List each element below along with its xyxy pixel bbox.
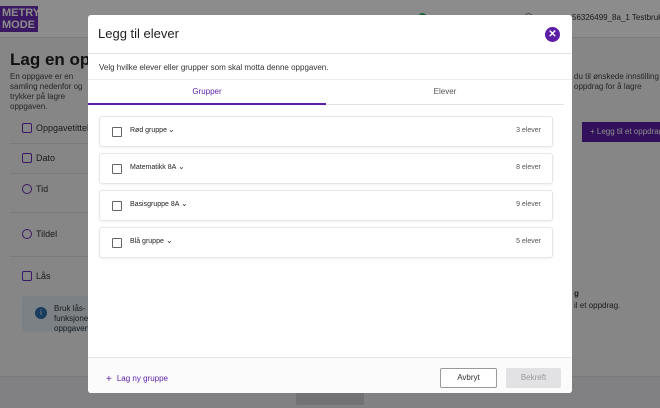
confirm-button[interactable]: Bekreft (506, 368, 561, 388)
group-count: 8 elever (516, 164, 541, 171)
tab-bar: Grupper Elever (88, 79, 572, 105)
group-checkbox[interactable] (112, 238, 122, 248)
modal-subtitle: Velg hvilke elever eller grupper som ska… (99, 63, 329, 72)
group-name: Blå gruppe (130, 238, 164, 245)
group-name: Matematikk 8A (130, 164, 177, 171)
chevron-down-icon[interactable]: ⌄ (178, 162, 185, 171)
group-count: 9 elever (516, 201, 541, 208)
header-divider (88, 53, 572, 54)
add-students-modal: Legg til elever ✕ Velg hvilke elever ell… (88, 15, 572, 393)
close-icon[interactable]: ✕ (545, 27, 560, 42)
group-count: 3 elever (516, 127, 541, 134)
group-list: Rød gruppe ⌄ 3 elever Matematikk 8A ⌄ 8 … (99, 116, 553, 264)
modal-title: Legg til elever (98, 26, 179, 41)
group-checkbox[interactable] (112, 201, 122, 211)
modal-footer: + Lag ny gruppe Avbryt Bekreft (88, 357, 572, 393)
group-checkbox[interactable] (112, 164, 122, 174)
plus-icon: + (106, 374, 112, 385)
group-name: Basisgruppe 8A (130, 201, 180, 208)
group-row[interactable]: Blå gruppe ⌄ 5 elever (99, 227, 553, 258)
new-group-button[interactable]: + Lag ny gruppe (106, 374, 168, 385)
chevron-down-icon[interactable]: ⌄ (166, 236, 173, 245)
group-checkbox[interactable] (112, 127, 122, 137)
cancel-button[interactable]: Avbryt (440, 368, 497, 388)
group-row[interactable]: Matematikk 8A ⌄ 8 elever (99, 153, 553, 184)
group-name: Rød gruppe (130, 127, 167, 134)
group-count: 5 elever (516, 238, 541, 245)
group-row[interactable]: Rød gruppe ⌄ 3 elever (99, 116, 553, 147)
tab-students[interactable]: Elever (326, 80, 564, 105)
chevron-down-icon[interactable]: ⌄ (181, 199, 188, 208)
chevron-down-icon[interactable]: ⌄ (168, 125, 175, 134)
tab-groups[interactable]: Grupper (88, 80, 326, 105)
group-row[interactable]: Basisgruppe 8A ⌄ 9 elever (99, 190, 553, 221)
